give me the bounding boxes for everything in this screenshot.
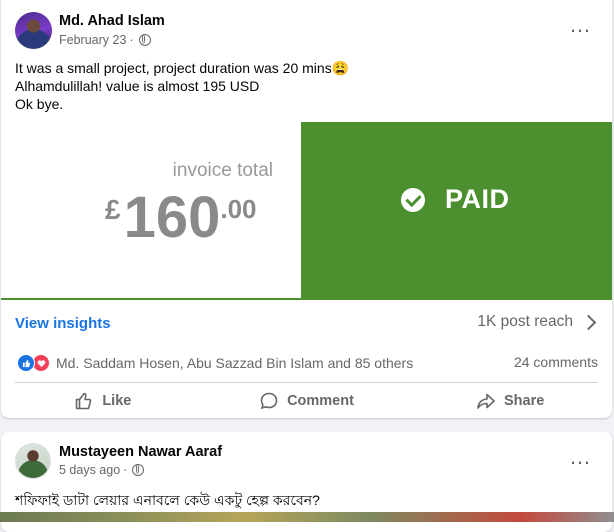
author-avatar[interactable] <box>15 443 51 479</box>
post-meta: February 23 · <box>59 33 151 47</box>
view-insights-link[interactable]: View insights <box>15 315 111 332</box>
like-reaction-icon <box>17 354 35 372</box>
invoice-amount: £ 160 .00 <box>105 188 257 248</box>
post-image[interactable]: invoice total £ 160 .00 PAID <box>1 122 612 300</box>
post-text-line: Alhamdulillah! value is almost 195 USD <box>15 78 260 94</box>
like-button[interactable]: Like <box>1 385 205 417</box>
invoice-label: invoice total <box>172 160 273 181</box>
more-options-icon[interactable]: … <box>569 446 591 468</box>
comment-bubble-icon <box>260 392 278 410</box>
globe-icon <box>138 34 151 46</box>
share-label: Share <box>504 393 545 409</box>
invoice-total-panel: invoice total £ 160 .00 <box>1 122 301 300</box>
post-reach[interactable]: 1K post reach <box>477 313 597 331</box>
post-text: It was a small project, project duration… <box>15 59 349 113</box>
post-meta: 5 days ago · <box>59 463 145 477</box>
post-date[interactable]: February 23 <box>59 33 126 47</box>
like-label: Like <box>102 393 132 409</box>
post-card: Md. Ahad Islam February 23 · … It was a … <box>1 0 612 418</box>
invoice-currency: £ <box>105 194 121 225</box>
share-button[interactable]: Share <box>408 385 612 417</box>
more-options-icon[interactable]: … <box>569 14 591 36</box>
comment-label: Comment <box>287 393 354 409</box>
globe-icon <box>132 464 145 476</box>
comments-count[interactable]: 24 comments <box>514 354 598 370</box>
check-circle-icon <box>401 188 425 212</box>
author-name[interactable]: Mustayeen Nawar Aaraf <box>59 444 222 460</box>
post-text: শফিফাই ডাটা লেয়ার এনাবলে কেউ একটু হেল্প… <box>15 492 320 508</box>
invoice-amount-main: 160 <box>123 185 221 250</box>
author-avatar[interactable] <box>15 12 52 49</box>
divider <box>15 382 598 383</box>
comment-button[interactable]: Comment <box>205 385 409 417</box>
paid-status: PAID <box>445 184 510 214</box>
dock <box>0 512 614 522</box>
post-text-line: Ok bye. <box>15 96 64 112</box>
thumbs-up-icon <box>76 392 92 410</box>
post-actions: Like Comment Share <box>1 385 612 417</box>
meta-separator: · <box>129 33 134 47</box>
post-text-line: It was a small project, project duration… <box>15 60 350 76</box>
post-reach-text: 1K post reach <box>477 313 573 330</box>
reactions-names: Md. Saddam Hosen, Abu Sazzad Bin Islam a… <box>56 355 414 371</box>
meta-separator: · <box>123 463 128 477</box>
reactions-summary[interactable]: Md. Saddam Hosen, Abu Sazzad Bin Islam a… <box>17 354 413 372</box>
author-name[interactable]: Md. Ahad Islam <box>59 13 165 29</box>
invoice-amount-cents: .00 <box>220 194 257 224</box>
post-date[interactable]: 5 days ago <box>59 463 120 477</box>
share-arrow-icon <box>477 393 495 409</box>
paid-panel: PAID <box>301 122 612 300</box>
chevron-right-icon <box>580 314 597 330</box>
